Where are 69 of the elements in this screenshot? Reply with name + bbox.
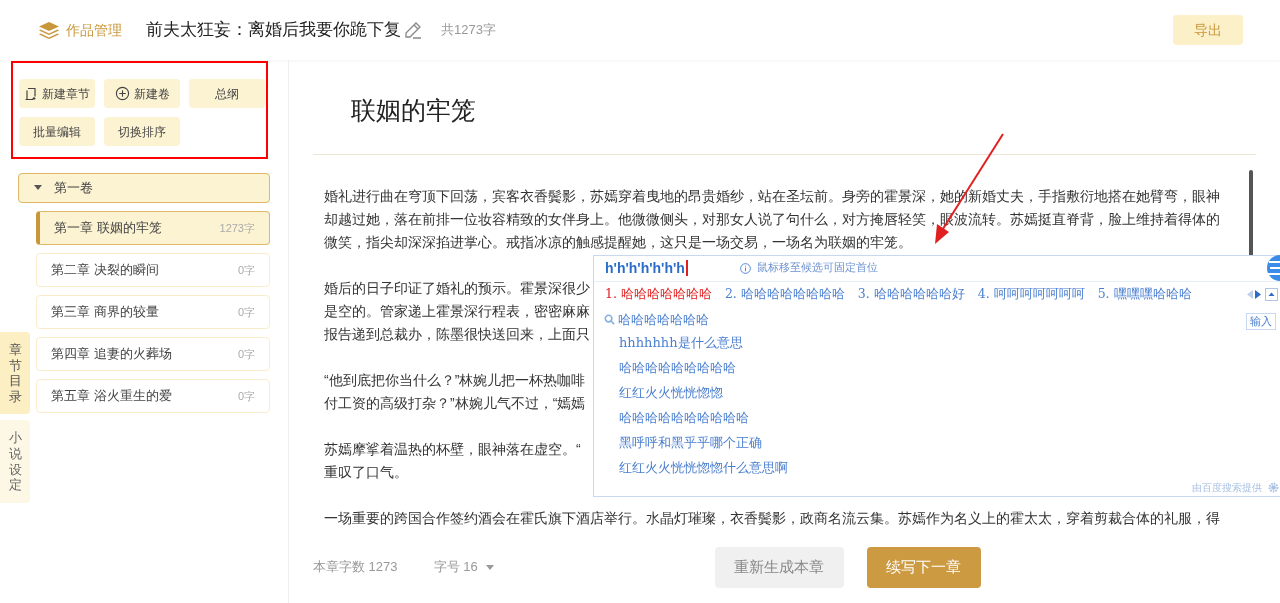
collapse-icon[interactable]: [1265, 287, 1278, 301]
chapter-item[interactable]: 第一章 联姻的牢笼 1273字: [36, 211, 270, 245]
volume-header[interactable]: 第一卷: [18, 173, 270, 203]
volume-title: 第一卷: [54, 179, 93, 198]
ime-suggestion[interactable]: 红红火火恍恍惚惚: [619, 380, 723, 405]
paragraph-line: 重叹了口气。: [324, 462, 408, 482]
ime-suggestion[interactable]: 哈哈哈哈哈哈哈哈哈哈: [619, 405, 749, 430]
chapter-title: 第三章 商界的较量: [51, 303, 159, 322]
paragraph-line: 报告递到总裁办，陈墨很快送回来，上面只: [324, 324, 590, 344]
side-tab[interactable]: 章节目录: [0, 332, 30, 415]
ime-search-query[interactable]: 哈哈哈哈哈哈哈: [618, 309, 709, 330]
ime-suggestion[interactable]: hhhhhhh是什么意思: [619, 330, 743, 355]
plus-circle-icon: [114, 86, 130, 101]
brand-link[interactable]: 作品管理: [66, 19, 122, 41]
ime-candidate[interactable]: 4. 呵呵呵呵呵呵呵: [977, 284, 1085, 304]
paragraph-line: 苏嫣摩挲着温热的杯壁，眼神落在虚空。“: [324, 439, 581, 459]
font-size-dropdown[interactable]: 字号 16: [433, 557, 494, 577]
toolbar-button[interactable]: 批量编辑: [19, 117, 95, 146]
chapter-word-count: 本章字数 1273: [313, 558, 398, 577]
info-icon: [739, 262, 751, 274]
ime-footer: 由百度搜索提供: [1192, 480, 1262, 495]
gear-icon[interactable]: [1268, 482, 1279, 493]
export-button[interactable]: 导出: [1173, 15, 1243, 45]
side-tab[interactable]: 小说设定: [0, 420, 30, 503]
paragraph-line: 婚后的日子印证了婚礼的预示。霍景深很少: [324, 278, 590, 298]
chapter-word-count: 0字: [237, 346, 255, 362]
caret-icon: [485, 564, 494, 570]
toolbar-button[interactable]: 总纲: [189, 79, 265, 108]
ime-suggestion[interactable]: 红红火火恍恍惚惚什么意思啊: [619, 455, 788, 480]
new-page-icon: [24, 86, 38, 101]
page-right-icon[interactable]: [1255, 289, 1261, 299]
chapter-word-count: 0字: [237, 262, 255, 278]
ime-suggestion[interactable]: 黑呼呼和黑乎乎哪个正确: [619, 430, 762, 455]
chapter-item[interactable]: 第三章 商界的较量 0字: [36, 295, 270, 329]
search-icon: [604, 314, 615, 325]
chapter-heading: 联姻的牢笼: [351, 95, 477, 126]
paragraph-line: 是空的。管家递上霍景深行程表，密密麻麻: [324, 301, 590, 321]
pencil-icon[interactable]: [403, 20, 423, 40]
chapter-word-count: 1273字: [219, 220, 255, 236]
chapter-item[interactable]: 第五章 浴火重生的爱 0字: [36, 379, 270, 413]
chapter-item[interactable]: 第四章 追妻的火葬场 0字: [36, 337, 270, 371]
continue-button[interactable]: 续写下一章: [866, 546, 981, 588]
paragraph-line: 一场重要的跨国合作签约酒会在霍氏旗下酒店举行。水晶灯璀璨，衣香鬓影，政商名流云集。苏嫣作为名义上的霍太太，穿着剪裁合体的礼服，得: [324, 508, 1220, 528]
chapter-title: 第二章 决裂的瞬间: [51, 261, 159, 280]
chapter-word-count: 0字: [237, 304, 255, 320]
ime-suggestion[interactable]: 哈哈哈哈哈哈哈哈哈: [619, 355, 736, 380]
toolbar-button[interactable]: 切换排序: [104, 117, 180, 146]
enter-button[interactable]: 输入: [1246, 313, 1276, 330]
chapter-title: 第四章 追妻的火葬场: [51, 345, 172, 364]
word-total: 共1273字: [441, 21, 496, 40]
layers-icon: [38, 21, 60, 39]
paragraph-line: 付工资的高级打杂？”林婉儿气不过，“嫣嫣: [324, 393, 586, 413]
paragraph-line: “他到底把你当什么？”林婉儿把一杯热咖啡: [324, 370, 586, 390]
ime-candidate[interactable]: 3. 哈哈哈哈哈哈好: [857, 284, 965, 304]
regenerate-button[interactable]: 重新生成本章: [714, 546, 844, 588]
ime-hint: 鼠标移至候选可固定首位: [756, 260, 878, 276]
paragraph-line: 微笑，指尖却深深掐进掌心。戒指冰凉的触感提醒她，这只是一场交易，一场名为联姻的牢笼。: [324, 232, 912, 252]
caret-icon: [34, 185, 42, 191]
toolbar-button[interactable]: 新建卷: [104, 79, 180, 108]
chapter-title: 第一章 联姻的牢笼: [54, 219, 162, 238]
chapter-word-count: 0字: [237, 388, 255, 404]
ime-candidate[interactable]: 5. 嘿嘿嘿哈哈哈: [1097, 284, 1192, 304]
ime-candidate[interactable]: 1. 哈哈哈哈哈哈哈: [605, 284, 712, 304]
ime-candidate[interactable]: 2. 哈哈哈哈哈哈哈哈: [724, 284, 845, 304]
toolbar-button[interactable]: 新建章节: [19, 79, 95, 108]
chapter-title: 第五章 浴火重生的爱: [51, 387, 172, 406]
book-title: 前夫太狂妄：离婚后我要你跪下复: [146, 19, 401, 42]
scrollbar-thumb[interactable]: [1249, 170, 1253, 258]
chapter-item[interactable]: 第二章 决裂的瞬间 0字: [36, 253, 270, 287]
